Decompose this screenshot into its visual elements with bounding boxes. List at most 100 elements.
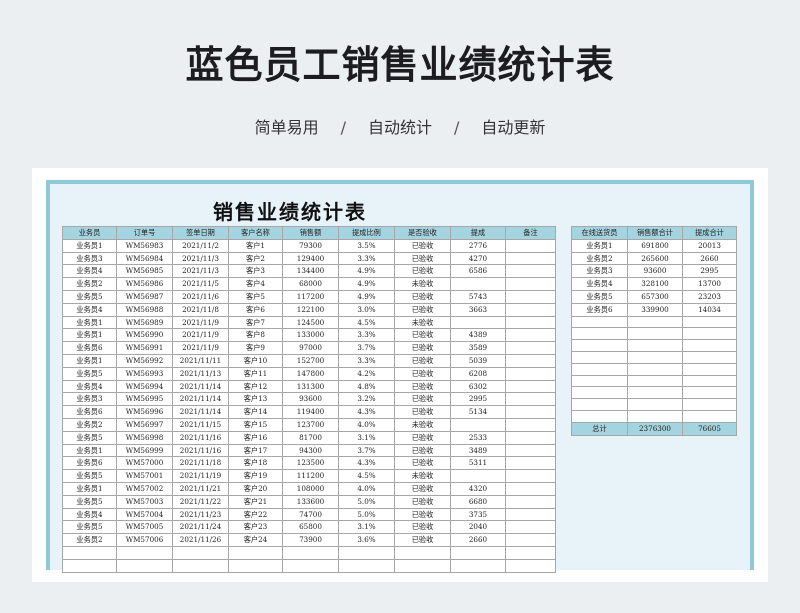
table-cell[interactable]: 4.5% <box>338 315 395 330</box>
table-cell[interactable]: WM57001 <box>116 469 173 483</box>
summary-cell[interactable]: 20013 <box>682 238 737 253</box>
table-cell[interactable]: 3589 <box>450 341 506 355</box>
table-cell[interactable]: 客户4 <box>228 277 283 291</box>
table-cell[interactable]: 6302 <box>450 379 506 394</box>
table-cell[interactable]: 123500 <box>282 456 339 471</box>
table-cell[interactable] <box>172 545 229 560</box>
table-cell[interactable] <box>394 545 451 560</box>
summary-cell[interactable] <box>571 315 628 329</box>
table-cell[interactable]: 131300 <box>282 379 339 394</box>
table-cell[interactable] <box>505 456 556 471</box>
summary-cell[interactable] <box>571 398 628 411</box>
table-cell[interactable]: WM56993 <box>116 366 173 381</box>
table-cell[interactable]: 已验收 <box>394 443 451 458</box>
table-cell[interactable] <box>450 277 506 291</box>
table-cell[interactable]: WM56988 <box>116 302 173 317</box>
table-cell[interactable]: 业务员2 <box>62 533 117 547</box>
table-cell[interactable]: 2021/11/5 <box>172 277 229 291</box>
table-cell[interactable]: 已验收 <box>394 328 451 343</box>
table-cell[interactable]: 业务员5 <box>62 289 117 304</box>
table-cell[interactable]: 客户19 <box>228 469 283 483</box>
table-cell[interactable] <box>505 277 556 291</box>
table-cell[interactable] <box>116 545 173 560</box>
summary-cell[interactable]: 业务员6 <box>571 302 628 317</box>
summary-cell[interactable] <box>571 327 628 341</box>
table-cell[interactable]: 5743 <box>450 289 506 304</box>
table-cell[interactable]: 4.3% <box>338 456 395 471</box>
table-cell[interactable]: 6208 <box>450 366 506 381</box>
table-cell[interactable]: 2021/11/19 <box>172 469 229 483</box>
table-cell[interactable]: 业务员1 <box>62 481 117 496</box>
summary-cell[interactable]: 691800 <box>627 238 683 253</box>
table-cell[interactable]: 未验收 <box>394 469 451 483</box>
table-cell[interactable] <box>505 545 556 560</box>
table-cell[interactable]: WM56995 <box>116 392 173 407</box>
table-cell[interactable] <box>450 558 506 573</box>
table-cell[interactable]: 客户15 <box>228 417 283 432</box>
table-cell[interactable]: 2021/11/3 <box>172 264 229 279</box>
table-cell[interactable]: WM56986 <box>116 277 173 291</box>
summary-cell[interactable] <box>571 409 628 423</box>
table-cell[interactable]: 3735 <box>450 507 506 522</box>
table-cell[interactable]: 业务员3 <box>62 392 117 407</box>
table-cell[interactable] <box>505 251 556 266</box>
table-cell[interactable] <box>394 558 451 573</box>
table-cell[interactable]: 业务员5 <box>62 494 117 509</box>
summary-cell[interactable]: 93600 <box>627 264 683 279</box>
table-cell[interactable] <box>172 558 229 573</box>
summary-cell[interactable]: 业务员1 <box>571 238 628 253</box>
table-cell[interactable]: 2021/11/6 <box>172 289 229 304</box>
table-cell[interactable]: 业务员1 <box>62 328 117 343</box>
table-cell[interactable]: 117200 <box>282 289 339 304</box>
table-cell[interactable]: 未验收 <box>394 277 451 291</box>
table-cell[interactable]: 业务员5 <box>62 366 117 381</box>
table-cell[interactable]: WM56991 <box>116 341 173 355</box>
table-cell[interactable]: 81700 <box>282 430 339 445</box>
table-cell[interactable] <box>505 264 556 279</box>
summary-cell[interactable]: 业务员4 <box>571 277 628 291</box>
table-cell[interactable]: 业务员1 <box>62 238 117 253</box>
table-cell[interactable]: 客户13 <box>228 392 283 407</box>
table-cell[interactable]: WM56987 <box>116 289 173 304</box>
summary-cell[interactable]: 2995 <box>682 264 737 279</box>
table-cell[interactable] <box>505 494 556 509</box>
table-cell[interactable]: 业务员4 <box>62 379 117 394</box>
table-cell[interactable]: 2021/11/9 <box>172 328 229 343</box>
table-cell[interactable]: 业务员1 <box>62 315 117 330</box>
summary-cell[interactable] <box>627 409 683 423</box>
table-cell[interactable]: 业务员4 <box>62 302 117 317</box>
table-cell[interactable] <box>450 545 506 560</box>
summary-cell[interactable]: 14034 <box>682 302 737 317</box>
table-cell[interactable]: 4320 <box>450 481 506 496</box>
summary-cell[interactable]: 业务员3 <box>571 264 628 279</box>
table-cell[interactable]: 79300 <box>282 238 339 253</box>
table-cell[interactable] <box>505 430 556 445</box>
table-cell[interactable]: 客户8 <box>228 328 283 343</box>
table-cell[interactable]: 4389 <box>450 328 506 343</box>
table-cell[interactable]: 5.0% <box>338 494 395 509</box>
table-cell[interactable]: WM57005 <box>116 520 173 535</box>
table-cell[interactable]: 2021/11/21 <box>172 481 229 496</box>
table-cell[interactable] <box>116 558 173 573</box>
table-cell[interactable]: 4270 <box>450 251 506 266</box>
table-cell[interactable]: 65800 <box>282 520 339 535</box>
summary-cell[interactable] <box>682 398 737 411</box>
table-cell[interactable]: 已验收 <box>394 405 451 419</box>
table-cell[interactable]: 已验收 <box>394 481 451 496</box>
table-cell[interactable]: 5311 <box>450 456 506 471</box>
summary-cell[interactable] <box>682 409 737 423</box>
table-cell[interactable] <box>505 366 556 381</box>
table-cell[interactable]: 2021/11/24 <box>172 520 229 535</box>
summary-cell[interactable] <box>627 398 683 411</box>
summary-cell[interactable] <box>571 362 628 376</box>
table-cell[interactable]: 6586 <box>450 264 506 279</box>
table-cell[interactable]: 业务员1 <box>62 443 117 458</box>
table-cell[interactable] <box>282 558 339 573</box>
table-cell[interactable]: 未验收 <box>394 315 451 330</box>
table-cell[interactable]: 3663 <box>450 302 506 317</box>
table-cell[interactable]: 2021/11/13 <box>172 366 229 381</box>
table-cell[interactable]: 4.9% <box>338 289 395 304</box>
table-cell[interactable]: 已验收 <box>394 366 451 381</box>
table-cell[interactable] <box>505 341 556 355</box>
table-cell[interactable]: WM56999 <box>116 443 173 458</box>
